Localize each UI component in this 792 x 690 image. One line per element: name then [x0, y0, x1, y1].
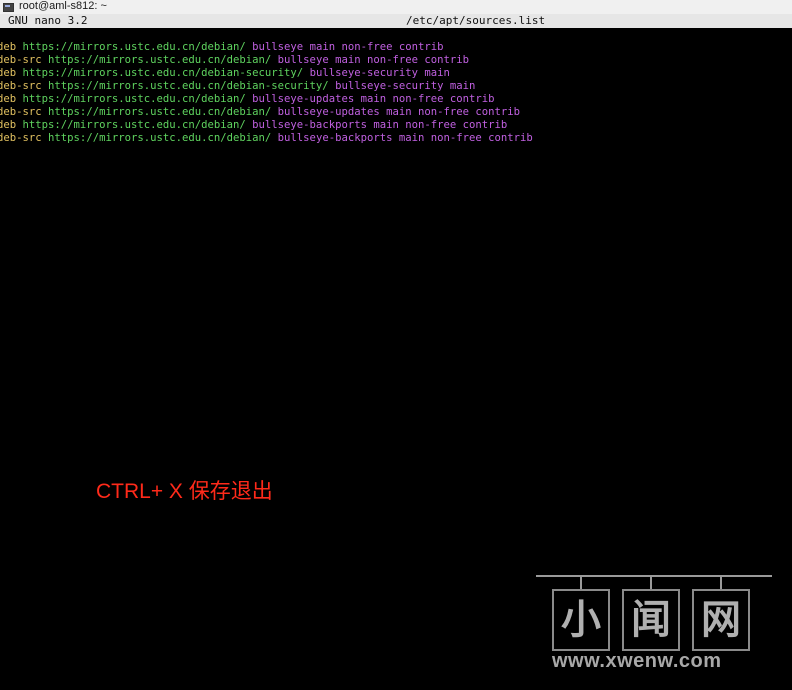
nano-header-bar: GNU nano 3.2 /etc/apt/sources.list — [0, 14, 792, 28]
source-components: main non-free contrib — [386, 106, 521, 118]
source-type: deb-src — [0, 106, 42, 118]
watermark-char-box: 网 — [692, 589, 750, 651]
source-line: deb https://mirrors.ustc.edu.cn/debian/ … — [0, 41, 789, 54]
terminal-icon — [3, 2, 14, 12]
source-line: deb-src https://mirrors.ustc.edu.cn/debi… — [0, 106, 789, 119]
source-line: deb-src https://mirrors.ustc.edu.cn/debi… — [0, 54, 789, 67]
source-dist: bullseye-updates — [252, 93, 355, 105]
source-components: main — [424, 67, 450, 79]
source-type: deb — [0, 119, 17, 131]
source-line: deb https://mirrors.ustc.edu.cn/debian/ … — [0, 93, 789, 106]
source-url: https://mirrors.ustc.edu.cn/debian/ — [48, 132, 272, 144]
source-components: main non-free contrib — [309, 41, 444, 53]
editor-buffer[interactable]: deb https://mirrors.ustc.edu.cn/debian/ … — [0, 41, 789, 145]
source-line: deb https://mirrors.ustc.edu.cn/debian/ … — [0, 119, 789, 132]
source-url: https://mirrors.ustc.edu.cn/debian-secur… — [22, 67, 304, 79]
source-type: deb-src — [0, 132, 42, 144]
source-type: deb — [0, 67, 17, 79]
source-dist: bullseye — [277, 54, 329, 66]
site-watermark: 小 闻 网 www.xwenw.com — [534, 575, 774, 675]
nano-filename: /etc/apt/sources.list — [406, 14, 546, 27]
source-components: main non-free contrib — [373, 119, 508, 131]
source-components: main non-free contrib — [398, 132, 533, 144]
watermark-char-box: 闻 — [622, 589, 680, 651]
nano-version: GNU nano 3.2 — [8, 14, 88, 27]
watermark-char-box: 小 — [552, 589, 610, 651]
source-url: https://mirrors.ustc.edu.cn/debian/ — [48, 54, 272, 66]
source-line: deb-src https://mirrors.ustc.edu.cn/debi… — [0, 132, 789, 145]
watermark-site-url: www.xwenw.com — [552, 650, 722, 672]
terminal-window: root@aml-s812: ~ GNU nano 3.2 /etc/apt/s… — [0, 0, 792, 690]
source-type: deb — [0, 41, 17, 53]
source-line: deb https://mirrors.ustc.edu.cn/debian-s… — [0, 67, 789, 80]
source-dist: bullseye-backports — [252, 119, 367, 131]
source-dist: bullseye-security — [309, 67, 418, 79]
source-components: main non-free contrib — [335, 54, 470, 66]
source-dist: bullseye-updates — [277, 106, 380, 118]
source-url: https://mirrors.ustc.edu.cn/debian/ — [22, 119, 246, 131]
window-titlebar[interactable]: root@aml-s812: ~ — [0, 0, 792, 14]
source-url: https://mirrors.ustc.edu.cn/debian/ — [22, 93, 246, 105]
source-url: https://mirrors.ustc.edu.cn/debian/ — [22, 41, 246, 53]
source-type: deb — [0, 93, 17, 105]
source-components: main — [449, 80, 476, 92]
source-components: main non-free contrib — [360, 93, 495, 105]
source-url: https://mirrors.ustc.edu.cn/debian-secur… — [48, 80, 329, 92]
source-line: deb-src https://mirrors.ustc.edu.cn/debi… — [0, 80, 789, 93]
source-url: https://mirrors.ustc.edu.cn/debian/ — [48, 106, 272, 118]
instruction-annotation: CTRL+ X 保存退出 — [96, 480, 273, 503]
source-type: deb-src — [0, 54, 42, 66]
source-dist: bullseye-security — [335, 80, 444, 92]
watermark-top-line — [536, 575, 772, 577]
source-dist: bullseye-backports — [277, 132, 393, 144]
source-dist: bullseye — [252, 41, 304, 53]
window-title: root@aml-s812: ~ — [19, 0, 107, 12]
source-type: deb-src — [0, 80, 42, 92]
